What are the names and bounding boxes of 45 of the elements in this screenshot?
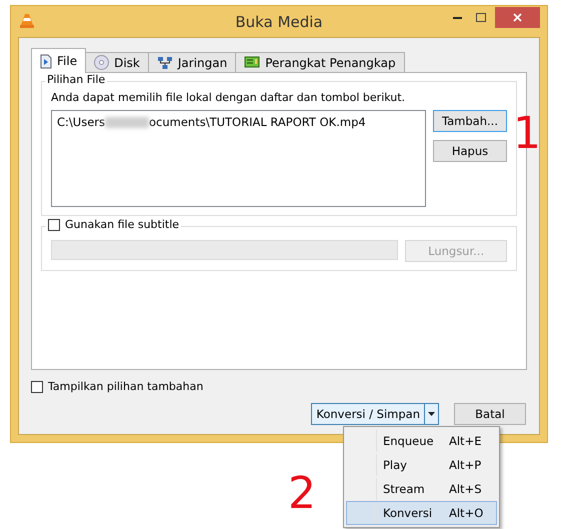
- shortcut-text: Alt+O: [449, 506, 484, 520]
- menu-label: Stream: [382, 482, 426, 496]
- remove-button[interactable]: Hapus: [433, 140, 507, 162]
- network-icon: [156, 56, 173, 70]
- menu-item[interactable]: Enqueue Alt+E: [346, 429, 497, 453]
- checkbox[interactable]: [48, 218, 60, 230]
- subtitle-field[interactable]: [51, 240, 398, 260]
- close-icon: [513, 13, 522, 22]
- shortcut-text: Alt+P: [449, 458, 482, 472]
- annotation-number: 1: [513, 112, 541, 156]
- tab[interactable]: File: [31, 48, 86, 73]
- file-list[interactable]: C:\Users ocuments\TUTORIAL RAPORT OK.mp4: [51, 110, 426, 207]
- maximize-icon: [476, 13, 486, 22]
- group-title: Pilihan File: [45, 73, 108, 86]
- shortcut-text: Alt+S: [449, 482, 483, 496]
- file-path: ocuments\TUTORIAL RAPORT OK.mp4: [148, 115, 366, 129]
- checkbox[interactable]: [31, 380, 43, 392]
- cancel-button[interactable]: Batal: [454, 403, 526, 425]
- menu-label: Konversi: [382, 506, 434, 520]
- menu-label: Enqueue: [382, 434, 435, 448]
- file-icon: [40, 54, 52, 68]
- checkbox-label: Gunakan file subtitle: [65, 218, 180, 231]
- menu-item[interactable]: Konversi Alt+O: [346, 501, 497, 525]
- annotation-number: 2: [288, 472, 316, 516]
- shortcut-text: Alt+E: [449, 434, 482, 448]
- disc-icon: [94, 55, 110, 70]
- redaction-blur: [104, 116, 149, 128]
- close-button[interactable]: [495, 7, 540, 28]
- capture-card-icon: [244, 56, 260, 69]
- add-button[interactable]: Tambah...: [433, 110, 507, 132]
- tab[interactable]: Disk: [85, 52, 149, 73]
- minimize-icon: [452, 16, 462, 19]
- menu-item[interactable]: Play Alt+P: [346, 453, 497, 477]
- menu-item[interactable]: Stream Alt+S: [346, 477, 497, 501]
- tab[interactable]: Jaringan: [148, 52, 236, 73]
- checkbox-label: Tampilkan pilihan tambahan: [48, 380, 204, 393]
- traffic-cone-icon: [20, 13, 34, 28]
- caret-icon: [428, 412, 435, 416]
- window-title: Buka Media: [235, 13, 323, 31]
- menu-label: Play: [382, 458, 408, 472]
- instruction-text: Anda dapat memilih file lokal dengan daftar dan tombol berikut.: [51, 91, 406, 104]
- tab[interactable]: Perangkat Penangkap: [235, 52, 405, 73]
- file-path: C:\Users: [57, 115, 105, 129]
- dropdown-arrow-button[interactable]: [424, 404, 438, 424]
- convert-save-button[interactable]: Konversi / Simpan: [312, 404, 424, 424]
